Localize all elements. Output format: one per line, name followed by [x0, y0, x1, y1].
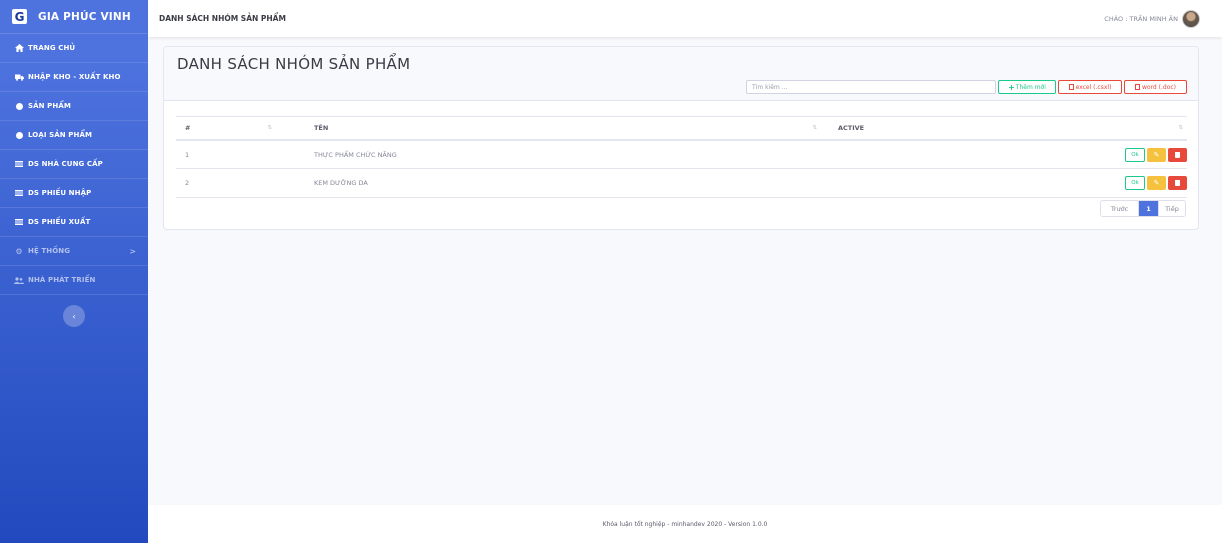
table-row: 1 THỰC PHẨM CHỨC NĂNG Ok ✎	[176, 139, 1187, 169]
topbar-title: DANH SÁCH NHÓM SẢN PHẨM	[159, 14, 286, 23]
file-icon	[1068, 84, 1074, 90]
circle-icon	[13, 131, 25, 139]
list-icon	[13, 219, 25, 225]
table-row: 2 KEM DƯỠNG DA Ok ✎	[176, 168, 1187, 198]
export-excel-button[interactable]: excel (.csxl)	[1058, 80, 1122, 94]
topbar: DANH SÁCH NHÓM SẢN PHẨM CHÀO : TRẦN MINH…	[148, 0, 1222, 37]
edit-button[interactable]: ✎	[1147, 147, 1166, 162]
pagination-page-button[interactable]: 1	[1139, 201, 1158, 216]
sidebar-item-developers[interactable]: NHÀ PHÁT TRIỂN	[0, 266, 148, 295]
edit-button[interactable]: ✎	[1147, 176, 1166, 190]
sidebar-item-system[interactable]: ⚙ HỆ THỐNG >	[0, 237, 148, 266]
sidebar-item-export-slips[interactable]: DS PHIẾU XUẤT	[0, 208, 148, 237]
plus-icon: +	[1008, 82, 1015, 92]
add-new-label: Thêm mới	[1015, 83, 1046, 91]
search-input[interactable]	[746, 80, 996, 94]
delete-button[interactable]	[1168, 147, 1187, 162]
row-actions: Ok ✎	[825, 139, 1187, 169]
row-name: KEM DƯỠNG DA	[280, 168, 825, 198]
sidebar-item-label: TRANG CHỦ	[28, 44, 76, 52]
row-actions: Ok ✎	[825, 168, 1187, 198]
column-header-active[interactable]: ACTIVE ⇅	[825, 116, 1187, 141]
page-title: DANH SÁCH NHÓM SẢN PHẨM	[177, 55, 411, 73]
export-excel-label: excel (.csxl)	[1075, 83, 1112, 91]
sidebar-item-label: NHÀ PHÁT TRIỂN	[28, 276, 96, 284]
sidebar-item-label: HỆ THỐNG	[28, 247, 71, 255]
user-menu[interactable]: CHÀO : TRẦN MINH ÂN	[1104, 9, 1200, 28]
sidebar-item-home[interactable]: TRANG CHỦ	[0, 34, 148, 63]
chevron-right-icon: >	[129, 246, 136, 256]
sidebar-item-label: DS NHÀ CUNG CẤP	[28, 160, 103, 168]
export-word-label: word (.doc)	[1141, 83, 1177, 91]
sidebar-item-import-export[interactable]: NHẬP KHO - XUẤT KHO	[0, 63, 148, 92]
footer: Khóa luận tốt nghiệp - minhandev 2020 - …	[148, 505, 1222, 543]
row-number: 2	[176, 168, 280, 198]
avatar[interactable]	[1182, 9, 1200, 28]
product-group-card: DANH SÁCH NHÓM SẢN PHẨM + Thêm mới excel…	[163, 46, 1199, 230]
sidebar-item-products[interactable]: SẢN PHẨM	[0, 92, 148, 121]
row-name: THỰC PHẨM CHỨC NĂNG	[280, 139, 825, 169]
user-greeting: CHÀO : TRẦN MINH ÂN	[1104, 14, 1178, 23]
column-header-number[interactable]: # ⇅	[176, 116, 280, 141]
ok-button[interactable]: Ok	[1125, 176, 1145, 190]
product-group-table: # ⇅ TÊN ⇅ ACTIVE ⇅ 1 THỰC PHẨM CHỨC NĂNG…	[176, 116, 1187, 198]
pagination-next-button[interactable]: Tiếp	[1158, 201, 1185, 216]
circle-icon	[13, 102, 25, 110]
list-icon	[13, 161, 25, 167]
ok-button[interactable]: Ok	[1125, 147, 1145, 162]
trash-icon	[1175, 151, 1180, 158]
truck-icon	[13, 74, 25, 81]
card-header: DANH SÁCH NHÓM SẢN PHẨM + Thêm mới excel…	[164, 47, 1198, 101]
table-header-row: # ⇅ TÊN ⇅ ACTIVE ⇅	[176, 116, 1187, 141]
row-number: 1	[176, 139, 280, 169]
gear-icon: ⚙	[15, 246, 23, 256]
chevron-left-icon: ‹	[72, 311, 76, 321]
column-header-name[interactable]: TÊN ⇅	[280, 116, 825, 141]
sidebar-item-suppliers[interactable]: DS NHÀ CUNG CẤP	[0, 150, 148, 179]
sidebar-item-label: DS PHIẾU NHẬP	[28, 189, 92, 197]
sort-icon: ⇅	[1178, 125, 1183, 131]
home-icon	[13, 44, 25, 52]
add-new-button[interactable]: + Thêm mới	[998, 80, 1056, 94]
sidebar-item-product-types[interactable]: LOẠI SẢN PHẨM	[0, 121, 148, 150]
sidebar-toggle-button[interactable]: ‹	[63, 305, 85, 327]
sort-icon: ⇅	[812, 125, 817, 131]
list-icon	[13, 190, 25, 196]
sidebar-item-import-slips[interactable]: DS PHIẾU NHẬP	[0, 179, 148, 208]
pagination: Trước 1 Tiếp	[1100, 200, 1186, 217]
brand-logo-icon: G	[12, 9, 27, 24]
sort-icon: ⇅	[267, 125, 272, 131]
trash-icon	[1175, 180, 1180, 186]
edit-icon: ✎	[1153, 179, 1160, 187]
sidebar-item-label: LOẠI SẢN PHẨM	[28, 131, 93, 139]
edit-icon: ✎	[1153, 150, 1160, 159]
sidebar-item-label: SẢN PHẨM	[28, 102, 71, 110]
pagination-prev-button[interactable]: Trước	[1101, 201, 1139, 216]
export-word-button[interactable]: word (.doc)	[1124, 80, 1187, 94]
brand-name: GIA PHÚC VINH	[38, 10, 131, 23]
file-icon	[1134, 84, 1140, 90]
footer-text: Khóa luận tốt nghiệp - minhandev 2020 - …	[602, 520, 768, 528]
users-icon	[13, 276, 25, 284]
delete-button[interactable]	[1168, 176, 1187, 190]
sidebar-item-label: DS PHIẾU XUẤT	[28, 218, 91, 226]
sidebar-item-label: NHẬP KHO - XUẤT KHO	[28, 73, 121, 81]
sidebar: G GIA PHÚC VINH TRANG CHỦ NHẬP KHO - XUẤ…	[0, 0, 148, 543]
brand[interactable]: G GIA PHÚC VINH	[0, 0, 148, 34]
